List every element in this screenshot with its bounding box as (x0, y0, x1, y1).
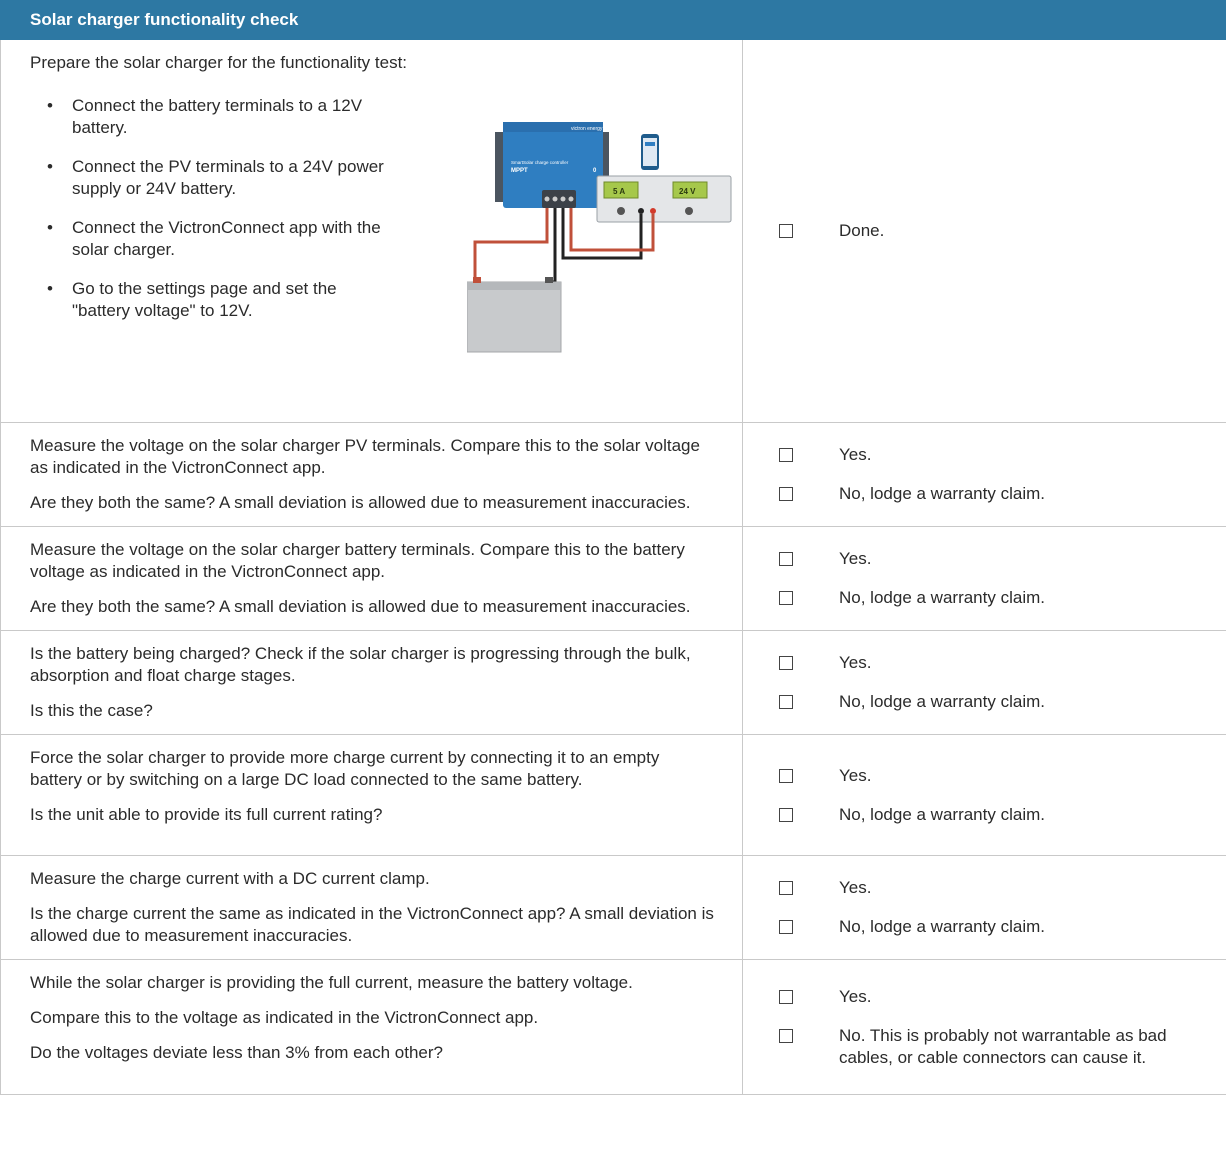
answer-option[interactable]: No, lodge a warranty claim. (779, 916, 1214, 938)
answer-option[interactable]: Yes. (779, 986, 1214, 1008)
answer-option[interactable]: Yes. (779, 765, 1214, 787)
question-cell: Measure the voltage on the solar charger… (0, 526, 743, 631)
list-item: • Go to the settings page and set the "ba… (47, 279, 337, 320)
question-cell: Force the solar charger to provide more … (0, 734, 743, 856)
question-cell: While the solar charger is providing the… (0, 959, 743, 1095)
list-item: • Connect the battery terminals to a 12V … (47, 96, 363, 137)
row-intro: Prepare the solar charger for the functi… (30, 53, 408, 72)
question-cell: Is the battery being charged? Check if t… (0, 630, 743, 735)
checkbox-icon[interactable] (779, 989, 793, 1004)
answer-option[interactable]: Yes. (779, 548, 1214, 570)
answer-cell: Yes. No, lodge a warranty claim. (742, 422, 1226, 527)
answer-option[interactable]: Done. (779, 220, 1214, 242)
table-row: Measure the voltage on the solar charger… (0, 526, 1226, 631)
checkbox-icon[interactable] (779, 1028, 793, 1043)
question-cell: Prepare the solar charger for the functi… (0, 39, 743, 423)
answer-cell: Yes. No, lodge a warranty claim. (742, 526, 1226, 631)
answer-option[interactable]: No, lodge a warranty claim. (779, 804, 1214, 826)
question-cell: Measure the voltage on the solar charger… (0, 422, 743, 527)
svg-text:MPPT: MPPT (511, 168, 528, 174)
table-header: Solar charger functionality check (0, 0, 1226, 40)
table-row: While the solar charger is providing the… (0, 959, 1226, 1095)
table-row: Is the battery being charged? Check if t… (0, 630, 1226, 735)
bullet-list: • Connect the battery terminals to a 12V … (30, 95, 391, 322)
answer-cell: Yes. No. This is probably not warrantabl… (742, 959, 1226, 1095)
checkbox-icon[interactable] (779, 448, 793, 462)
answer-option[interactable]: No, lodge a warranty claim. (779, 483, 1214, 505)
answer-option[interactable]: No, lodge a warranty claim. (779, 587, 1214, 609)
answer-cell: Done. (742, 39, 1226, 423)
answer-cell: Yes. No, lodge a warranty claim. (742, 630, 1226, 735)
list-item: • Connect the PV terminals to a 24V power… (47, 157, 384, 198)
table-row: Force the solar charger to provide more … (0, 734, 1226, 856)
svg-text:5 A: 5 A (613, 187, 625, 196)
table-row: Measure the charge current with a DC cur… (0, 855, 1226, 960)
question-cell: Measure the charge current with a DC cur… (0, 855, 743, 960)
svg-text:SmartSolar charge controller: SmartSolar charge controller (511, 160, 569, 165)
answer-option[interactable]: Yes. (779, 444, 1214, 466)
answer-cell: Yes. No, lodge a warranty claim. (742, 855, 1226, 960)
answer-option[interactable]: No. This is probably not warrantable as … (779, 1025, 1214, 1069)
checkbox-icon[interactable] (779, 656, 793, 670)
table-row: Measure the voltage on the solar charger… (0, 422, 1226, 527)
answer-option[interactable]: Yes. (779, 652, 1214, 674)
answer-option[interactable]: No, lodge a warranty claim. (779, 691, 1214, 713)
checkbox-icon[interactable] (779, 807, 793, 822)
table-row: Prepare the solar charger for the functi… (0, 39, 1226, 423)
svg-text:victron energy: victron energy (571, 126, 603, 132)
checkbox-icon[interactable] (779, 552, 793, 566)
answer-cell: Yes. No, lodge a warranty claim. (742, 734, 1226, 856)
wiring-illustration: victron energy SmartSolar charge control… (467, 122, 732, 353)
answer-option[interactable]: Yes. (779, 877, 1214, 899)
checkbox-icon[interactable] (779, 768, 793, 783)
functionality-check-table: Solar charger functionality check Prepar… (0, 0, 1226, 1095)
checkbox-icon[interactable] (779, 224, 793, 238)
checkbox-icon[interactable] (779, 487, 793, 501)
list-item: • Connect the VictronConnect app with the… (47, 218, 381, 259)
svg-text:24 V: 24 V (679, 187, 696, 196)
checkbox-icon[interactable] (779, 591, 793, 605)
checkbox-icon[interactable] (779, 695, 793, 709)
checkbox-icon[interactable] (779, 920, 793, 934)
checkbox-icon[interactable] (779, 881, 793, 895)
